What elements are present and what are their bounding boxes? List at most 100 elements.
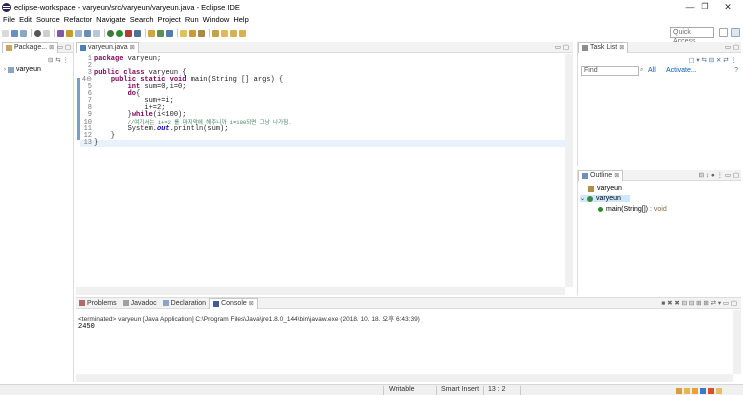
status-tray-icons[interactable] — [676, 387, 736, 394]
status-cursor-position: 13 : 2 — [488, 386, 506, 393]
search-icon[interactable] — [189, 29, 196, 37]
minimize-icon[interactable]: ▭ ▢ — [725, 43, 739, 51]
tab-outline-label: Outline — [590, 172, 613, 179]
tab-problems[interactable]: Problems — [76, 298, 120, 309]
declaration-icon — [162, 300, 169, 306]
code-line[interactable]: 1 package varyeun; — [80, 56, 565, 63]
outline-item-method[interactable]: main(String[]) : void — [598, 206, 667, 213]
console-vertical-scrollbar[interactable] — [733, 310, 741, 374]
all-link[interactable]: All — [648, 67, 656, 74]
activate-link[interactable]: Activate... — [666, 67, 697, 74]
code-editor[interactable]: 1 package varyeun; 2 3 public class varyeun … — [76, 54, 573, 295]
java-perspective-button[interactable] — [731, 28, 740, 37]
new-class-icon[interactable] — [166, 29, 173, 37]
line-number: 13 — [83, 139, 92, 147]
console-panel: Problems Javadoc Declaration Console ⊠ ■… — [76, 297, 741, 383]
tree-item-varyeun[interactable]: › varyeun — [4, 66, 41, 73]
settings-icon[interactable] — [34, 29, 41, 37]
save-icon[interactable] — [11, 29, 18, 37]
dropdown-icon[interactable] — [43, 29, 50, 37]
annotation-icon[interactable] — [212, 29, 219, 37]
tab-outline[interactable]: Outline ⊠ — [578, 169, 624, 181]
menu-source[interactable]: Source — [36, 15, 60, 24]
minimize-icon[interactable]: ▭ ▢ — [57, 43, 71, 51]
toggle-icon[interactable] — [57, 29, 64, 37]
outline-toolbar[interactable]: ⊟ ↕ ● ⋮ ▭ ▢ — [699, 171, 739, 179]
menu-project[interactable]: Project — [158, 15, 181, 24]
chevron-down-icon[interactable]: ⌄ — [580, 195, 585, 202]
forward-icon[interactable] — [239, 29, 246, 37]
outline-item-package[interactable]: varyeun — [588, 185, 622, 192]
menu-navigate[interactable]: Navigate — [96, 15, 126, 24]
tab-varyeun-java[interactable]: varyeun.java ⊠ — [76, 41, 139, 53]
menu-window[interactable]: Window — [203, 15, 230, 24]
task-find-field[interactable]: Find — [581, 66, 639, 76]
code-line[interactable]: 9 }while(i<100); — [80, 112, 565, 119]
new-package-icon[interactable] — [157, 29, 164, 37]
close-icon[interactable]: ⊠ — [249, 300, 254, 307]
close-icon[interactable]: ⊠ — [130, 44, 135, 51]
block-icon[interactable] — [75, 29, 82, 37]
open-perspective-button[interactable] — [719, 28, 728, 37]
chevron-right-icon[interactable]: › — [4, 67, 6, 73]
quick-access-field[interactable]: Quick Access — [670, 27, 714, 45]
tab-declaration[interactable]: Declaration — [160, 298, 209, 309]
menu-run[interactable]: Run — [185, 15, 199, 24]
back-icon[interactable] — [230, 29, 237, 37]
console-toolbar[interactable]: ■ ✖ ✖ ⊟ ⊟ ⊞ ⊞ ⇄ ▾ ▭ ▢ — [661, 299, 737, 307]
new-java-project-icon[interactable] — [148, 29, 155, 37]
debug-icon[interactable] — [107, 29, 114, 37]
menu-help[interactable]: Help — [233, 15, 248, 24]
save-all-icon[interactable] — [20, 29, 27, 37]
main-toolbar — [0, 26, 743, 40]
close-button[interactable]: ✕ — [713, 0, 743, 14]
tab-console[interactable]: Console ⊠ — [209, 297, 258, 309]
console-output[interactable]: 2450 — [78, 323, 95, 331]
tab-javadoc[interactable]: Javadoc — [120, 298, 160, 309]
code-token: while — [131, 111, 153, 119]
outline-item-class[interactable]: ⌄ varyeun — [580, 195, 630, 202]
tab-task-list[interactable]: Task List ⊠ — [578, 41, 629, 53]
editor-horizontal-scrollbar[interactable] — [76, 287, 565, 295]
code-line[interactable]: 11 System.out.println(sum); — [80, 126, 565, 133]
console-status: <terminated> varyeun [Java Application] … — [78, 316, 420, 323]
search-icon[interactable]: ⌕ — [640, 67, 643, 74]
run-icon[interactable] — [116, 29, 123, 37]
close-icon[interactable]: ⊠ — [614, 172, 619, 179]
close-icon[interactable]: ⊠ — [619, 44, 624, 51]
editor-vertical-scrollbar[interactable] — [565, 54, 573, 287]
tab-package-explorer[interactable]: Package... ⊠ — [2, 41, 59, 53]
maximize-editor-icon[interactable]: ▭ ▢ — [555, 43, 569, 51]
problems-icon — [79, 300, 85, 306]
javadoc-icon — [122, 300, 129, 306]
next-annotation-icon[interactable] — [221, 29, 228, 37]
menu-file[interactable]: File — [3, 15, 15, 24]
code-line[interactable]: 12 } — [80, 133, 565, 140]
open-type-icon[interactable] — [180, 29, 187, 37]
mark-icon[interactable] — [66, 29, 73, 37]
menu-refactor[interactable]: Refactor — [64, 15, 92, 24]
tab-task-list-label: Task List — [590, 44, 618, 51]
tab-package-explorer-label: Package... — [14, 44, 48, 51]
console-horizontal-scrollbar[interactable] — [76, 374, 733, 382]
status-insert-mode: Smart Insert — [441, 386, 480, 393]
menu-edit[interactable]: Edit — [19, 15, 32, 24]
external-tools-icon[interactable] — [134, 29, 141, 37]
menu-search[interactable]: Search — [130, 15, 154, 24]
format-icon[interactable] — [84, 29, 91, 37]
code-line[interactable]: 5 int sum=0,i=0; — [80, 84, 565, 91]
outline-icon[interactable] — [93, 29, 100, 37]
task-list-icon — [582, 44, 588, 51]
close-icon[interactable]: ⊠ — [49, 44, 54, 51]
help-icon[interactable]: ? — [734, 67, 738, 74]
collapse-all-icon[interactable]: ⊟ ⇆ ⋮ — [48, 56, 69, 64]
coverage-icon[interactable] — [125, 29, 132, 37]
new-icon[interactable] — [2, 29, 9, 37]
pencil-icon[interactable] — [198, 29, 205, 37]
code-line[interactable]: 13} — [80, 140, 565, 147]
task-list-toolbar[interactable]: ▢ ▾ ⇆ ⊟ ✕ ⇄ ⋮ — [688, 56, 737, 64]
code-token: varyeun; — [123, 55, 162, 63]
eclipse-logo-icon — [2, 2, 11, 12]
menu-bar: File Edit Source Refactor Navigate Searc… — [0, 14, 743, 25]
outline-panel: Outline ⊠ ⊟ ↕ ● ⋮ ▭ ▢ varyeun ⌄ varyeun … — [577, 169, 741, 295]
